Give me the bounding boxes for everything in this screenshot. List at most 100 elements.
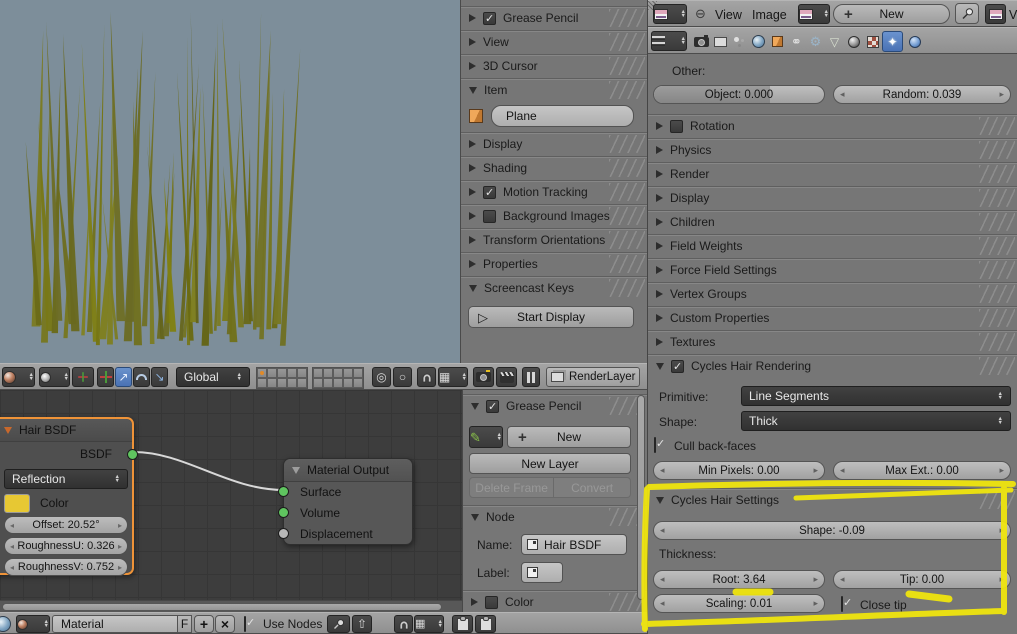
material-name-field[interactable]: Material xyxy=(52,615,178,633)
tab-texture[interactable] xyxy=(863,32,882,51)
manipulator-arc-button[interactable] xyxy=(133,367,150,387)
panel-display[interactable]: Display xyxy=(461,132,647,155)
panel-properties[interactable]: Properties xyxy=(461,252,647,275)
bsdf-output-socket[interactable] xyxy=(127,449,138,460)
pause-button[interactable] xyxy=(522,367,540,387)
close-tip-checkbox[interactable] xyxy=(841,596,843,612)
rotation-checkbox[interactable] xyxy=(670,119,683,133)
cull-backfaces-checkbox[interactable] xyxy=(654,437,656,453)
image-datablock-browse[interactable] xyxy=(798,4,830,24)
transform-orientation-dropdown[interactable]: Global xyxy=(176,367,250,387)
fake-user-button[interactable]: F xyxy=(178,615,192,633)
layer-cell[interactable] xyxy=(297,378,307,388)
displacement-input-socket[interactable] xyxy=(278,528,289,539)
panel-custom-properties[interactable]: Custom Properties xyxy=(648,306,1017,329)
node-hscrollbar-track[interactable] xyxy=(0,600,462,612)
node-collapse-icon[interactable] xyxy=(4,426,12,434)
layer-cell[interactable] xyxy=(257,378,267,388)
world-shader-icon[interactable] xyxy=(0,616,11,632)
min-pixels-field[interactable]: Min Pixels: 0.00 xyxy=(653,461,825,480)
layer-cell[interactable] xyxy=(353,378,363,388)
layer-cell[interactable] xyxy=(353,368,363,378)
image-new-button[interactable]: + New xyxy=(833,4,950,24)
panel-render[interactable]: Render xyxy=(648,162,1017,185)
grease-pencil-new-button[interactable]: + New xyxy=(507,426,631,448)
go-to-parent-button[interactable]: ⇧ xyxy=(352,615,372,633)
editor-type-button-clipped[interactable] xyxy=(985,4,1006,24)
snap-element-node[interactable]: ▦ xyxy=(414,615,444,633)
layer-cell[interactable] xyxy=(313,368,323,378)
node-collapse-icon[interactable] xyxy=(292,466,300,474)
opengl-animation-button[interactable] xyxy=(496,367,517,387)
snap-toggle-node[interactable] xyxy=(394,615,413,633)
max-ext-field[interactable]: Max Ext.: 0.00 xyxy=(833,461,1011,480)
copy-nodes-button[interactable] xyxy=(452,615,473,633)
tab-object-data[interactable]: ▽ xyxy=(825,32,844,51)
layer-cell-active[interactable] xyxy=(257,368,267,378)
manipulator-rotate-button[interactable]: ↗ xyxy=(115,367,132,387)
node-name-field[interactable]: Hair BSDF xyxy=(521,534,627,555)
panel-background-images[interactable]: Background Images xyxy=(461,204,647,227)
panel-motion-tracking[interactable]: Motion Tracking xyxy=(461,180,647,203)
layer-cell[interactable] xyxy=(343,368,353,378)
panel-view[interactable]: View xyxy=(461,30,647,53)
panel-force-field-settings[interactable]: Force Field Settings xyxy=(648,258,1017,281)
new-layer-button[interactable]: New Layer xyxy=(469,453,631,474)
sidebar-scrollbar[interactable] xyxy=(637,395,645,600)
layer-cell[interactable] xyxy=(333,378,343,388)
material-unlink-button[interactable]: × xyxy=(215,615,235,633)
primitive-dropdown[interactable]: Line Segments xyxy=(741,386,1011,406)
manipulator-toggle-button[interactable] xyxy=(72,367,94,387)
cycles-hair-rendering-checkbox[interactable] xyxy=(671,359,684,373)
panel-screencast-keys[interactable]: Screencast Keys xyxy=(461,276,647,299)
layer-cell[interactable] xyxy=(277,378,287,388)
tab-object[interactable] xyxy=(768,32,787,51)
panel-grease-pencil-3d[interactable]: Grease Pencil xyxy=(461,6,647,29)
editor-type-button-properties[interactable] xyxy=(651,31,687,51)
panel-physics[interactable]: Physics xyxy=(648,138,1017,161)
object-slider[interactable]: Object: 0.000 xyxy=(653,85,825,104)
tab-particles-active[interactable]: ✦ xyxy=(882,31,903,52)
panel-field-weights[interactable]: Field Weights xyxy=(648,234,1017,257)
offset-slider[interactable]: Offset: 20.52° xyxy=(4,516,128,534)
viewport-3d[interactable] xyxy=(0,0,460,363)
tab-material[interactable] xyxy=(844,32,863,51)
manipulator-scale-button[interactable]: ↘ xyxy=(151,367,168,387)
panel-textures[interactable]: Textures xyxy=(648,330,1017,353)
panel-cycles-hair-rendering[interactable]: Cycles Hair Rendering xyxy=(648,354,1017,377)
random-field[interactable]: Random: 0.039 xyxy=(833,85,1011,104)
panel-vertex-groups[interactable]: Vertex Groups xyxy=(648,282,1017,305)
layer-cell[interactable] xyxy=(323,368,333,378)
layer-cell[interactable] xyxy=(267,378,277,388)
hair-component-dropdown[interactable]: Reflection xyxy=(4,469,128,489)
background-images-checkbox[interactable] xyxy=(483,209,496,223)
shape-dropdown[interactable]: Thick xyxy=(741,411,1011,431)
editor-type-button-3dview[interactable] xyxy=(2,367,35,387)
material-output-node-header[interactable]: Material Output xyxy=(284,459,412,482)
material-output-node[interactable]: Material Output Surface Volume Displacem… xyxy=(278,458,413,545)
grease-pencil-datablock-button[interactable]: ✎ xyxy=(469,426,503,448)
layer-cell[interactable] xyxy=(333,368,343,378)
layer-cell[interactable] xyxy=(277,368,287,378)
tip-thickness-field[interactable]: Tip: 0.00 xyxy=(833,570,1011,589)
layer-buttons-group-2[interactable] xyxy=(312,367,364,389)
layer-cell[interactable] xyxy=(287,368,297,378)
material-add-button[interactable]: + xyxy=(194,615,214,633)
layer-cell[interactable] xyxy=(313,378,323,388)
tab-render-layers[interactable] xyxy=(711,32,730,51)
tab-render[interactable] xyxy=(692,32,711,51)
layer-buttons-group-1[interactable] xyxy=(256,367,308,389)
panel-color[interactable]: Color xyxy=(463,590,647,613)
layer-cell[interactable] xyxy=(267,368,277,378)
pin-node-tree-button[interactable] xyxy=(327,615,350,633)
tab-physics[interactable] xyxy=(905,32,924,51)
panel-cycles-hair-settings[interactable]: Cycles Hair Settings xyxy=(648,488,1017,511)
panel-node[interactable]: Node xyxy=(463,505,647,528)
convert-button[interactable]: Convert xyxy=(554,477,631,498)
hair-bsdf-node-header[interactable]: Hair BSDF xyxy=(0,419,132,442)
tab-constraints[interactable]: ⚭ xyxy=(787,32,806,51)
roughness-v-slider[interactable]: RoughnessV: 0.752 xyxy=(4,558,128,576)
scaling-field[interactable]: Scaling: 0.01 xyxy=(653,594,825,613)
panel-display-props[interactable]: Display xyxy=(648,186,1017,209)
node-hscrollbar-thumb[interactable] xyxy=(2,603,442,611)
